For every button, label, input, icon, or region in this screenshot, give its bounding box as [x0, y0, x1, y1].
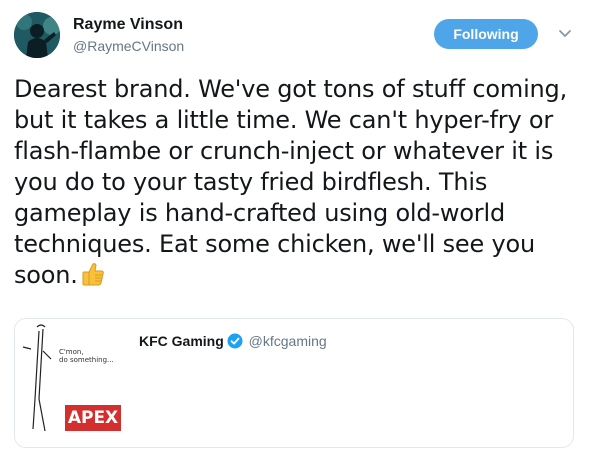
- apex-logo: APEX: [65, 405, 121, 431]
- avatar-silhouette: [14, 12, 60, 58]
- verified-badge-icon: [227, 333, 243, 349]
- quoted-author: KFC Gaming @kfcgaming: [139, 333, 327, 349]
- following-button[interactable]: Following: [434, 19, 538, 49]
- user-handle[interactable]: @RaymeCVinson: [73, 36, 184, 56]
- quoted-handle[interactable]: @kfcgaming: [249, 333, 327, 349]
- tweet-body: Dearest brand. We've got tons of stuff c…: [14, 75, 568, 289]
- quoted-display-name[interactable]: KFC Gaming: [139, 333, 224, 349]
- quoted-tweet-thumbnail[interactable]: C'mon, do something... APEX: [15, 319, 127, 447]
- avatar[interactable]: [14, 12, 60, 58]
- quoted-tweet-card[interactable]: C'mon, do something... APEX KFC Gaming @k…: [14, 318, 574, 448]
- thumbs-up-icon: [80, 261, 106, 287]
- tweet-text: Dearest brand. We've got tons of stuff c…: [14, 74, 594, 291]
- chevron-down-icon[interactable]: [556, 26, 574, 42]
- thumbnail-caption: C'mon, do something...: [59, 348, 114, 364]
- tweet-header: Rayme Vinson @RaymeCVinson Following: [14, 12, 590, 60]
- display-name[interactable]: Rayme Vinson: [73, 15, 184, 35]
- author-info: Rayme Vinson @RaymeCVinson: [73, 15, 184, 56]
